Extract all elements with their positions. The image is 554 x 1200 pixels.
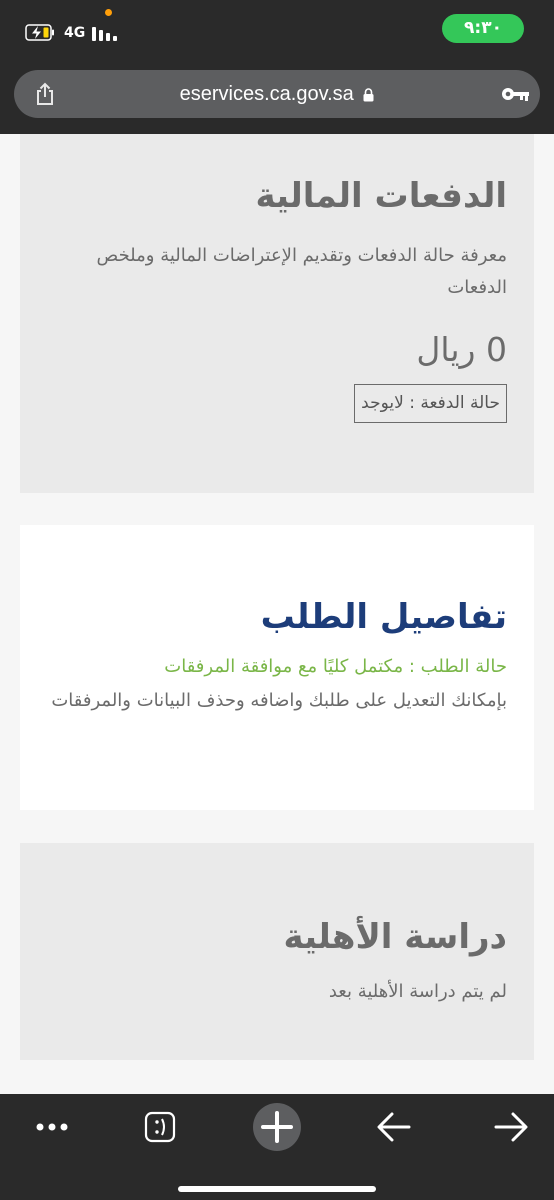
- payment-status-wrap: حالة الدفعة : لايوجد: [47, 384, 507, 423]
- status-bar: 4G ٩:٣٠: [0, 0, 554, 62]
- more-icon[interactable]: [27, 1102, 77, 1152]
- browser-toolbar: [0, 1094, 554, 1200]
- tabs-icon[interactable]: [135, 1102, 185, 1152]
- battery-charging-icon: [25, 24, 54, 41]
- request-details-card[interactable]: تفاصيل الطلب حالة الطلب : مكتمل كليًا مع…: [20, 525, 534, 810]
- request-details-title: تفاصيل الطلب: [260, 597, 507, 637]
- lock-icon: [363, 87, 374, 102]
- eligibility-title: دراسة الأهلية: [283, 917, 508, 957]
- payment-status-badge: حالة الدفعة : لايوجد: [354, 384, 507, 423]
- key-icon[interactable]: [500, 81, 530, 107]
- payments-card: الدفعات المالية معرفة حالة الدفعات وتقدي…: [20, 134, 534, 493]
- signal-icon: [92, 27, 117, 41]
- address-bar[interactable]: eservices.ca.gov.sa: [14, 70, 540, 118]
- url-display[interactable]: eservices.ca.gov.sa: [14, 83, 540, 106]
- forward-icon[interactable]: [486, 1102, 536, 1152]
- request-status: حالة الطلب : مكتمل كليًا مع موافقة المرف…: [164, 655, 507, 677]
- browser-header: eservices.ca.gov.sa: [0, 62, 554, 134]
- back-icon[interactable]: [369, 1102, 419, 1152]
- payments-description: معرفة حالة الدفعات وتقديم الإعتراضات الم…: [96, 244, 507, 298]
- payments-title: الدفعات المالية: [255, 176, 507, 216]
- new-tab-icon[interactable]: [252, 1102, 302, 1152]
- request-details-description: بإمكانك التعديل على طلبك واضافه وحذف الب…: [51, 689, 507, 711]
- home-indicator[interactable]: [178, 1186, 376, 1192]
- payments-amount: 0 ريال: [416, 329, 507, 369]
- privacy-indicator-dot: [105, 9, 112, 16]
- eligibility-card: دراسة الأهلية لم يتم دراسة الأهلية بعد: [20, 843, 534, 1060]
- clock: ٩:٣٠: [442, 14, 524, 43]
- eligibility-description: لم يتم دراسة الأهلية بعد: [328, 980, 507, 1002]
- network-type: 4G: [64, 25, 86, 41]
- url-text: eservices.ca.gov.sa: [179, 83, 354, 105]
